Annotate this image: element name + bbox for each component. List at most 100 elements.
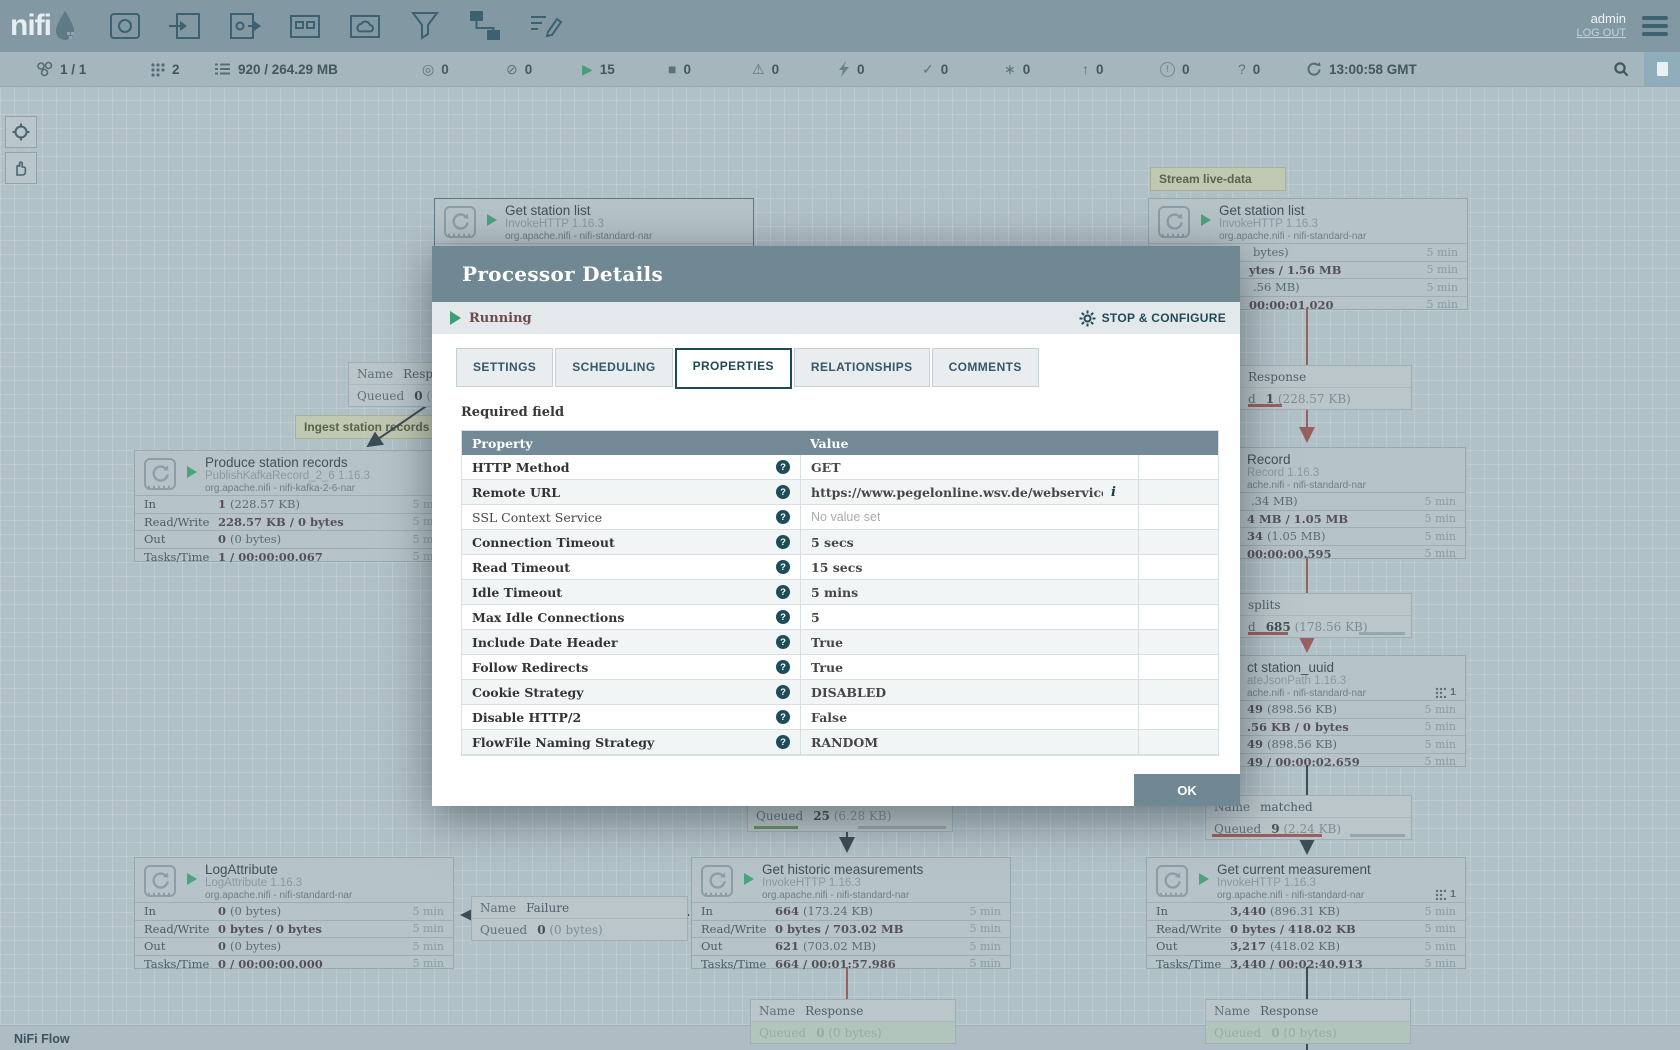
queue-progress-bar [1359, 632, 1405, 635]
processor-bundle: org.apache.nifi - nifi-standard-nar [762, 890, 909, 901]
help-icon[interactable]: ? [776, 685, 790, 699]
tab-scheduling[interactable]: SCHEDULING [555, 348, 672, 387]
current-user: admin [1591, 11, 1626, 26]
running-triangle-icon [450, 311, 461, 325]
running-triangle-icon [487, 214, 497, 226]
property-row[interactable]: Read Timeout? 15 secs [462, 554, 1218, 579]
help-icon[interactable]: ? [776, 635, 790, 649]
gear-icon [1079, 310, 1096, 327]
stop-and-configure-button[interactable]: STOP & CONFIGURE [1079, 310, 1226, 327]
processor-type: InvokeHTTP 1.16.3 [1217, 877, 1316, 889]
stopped-status: ■ 0 [668, 52, 691, 86]
navigate-palette-button[interactable] [5, 116, 37, 148]
property-row[interactable]: Max Idle Connections? 5 [462, 604, 1218, 629]
breadcrumb[interactable]: NiFi Flow [14, 1032, 70, 1046]
property-row[interactable]: Disable HTTP/2? False [462, 704, 1218, 729]
processor-type: PublishKafkaRecord_2_6 1.16.3 [205, 470, 370, 482]
queued-status: 920 / 264.29 MB [214, 52, 338, 86]
logout-link[interactable]: LOG OUT [1576, 26, 1626, 41]
app-header: nifi [0, 0, 1680, 52]
processor-get-historic-measurements[interactable]: Get historic measurements InvokeHTTP 1.1… [691, 857, 1011, 969]
search-button[interactable] [1613, 52, 1630, 86]
processor-stamp-icon [1157, 205, 1191, 239]
label-icon[interactable] [527, 9, 563, 43]
processor-get-current-measurement[interactable]: Get current measurement InvokeHTTP 1.16.… [1146, 857, 1466, 969]
info-icon[interactable]: i [1111, 485, 1116, 500]
processor-title: Get station list [1219, 203, 1305, 218]
operate-palette-button[interactable] [5, 152, 37, 184]
process-group-icon[interactable] [287, 9, 323, 43]
help-icon[interactable]: ? [776, 535, 790, 549]
birdseye-toggle-button[interactable] [1644, 52, 1680, 86]
help-icon[interactable]: ? [776, 660, 790, 674]
up-to-date-status: ✓ 0 [922, 52, 948, 86]
property-row[interactable]: Idle Timeout? 5 mins [462, 579, 1218, 604]
last-refresh[interactable]: 13:00:58 GMT [1306, 52, 1417, 86]
tab-relationships[interactable]: RELATIONSHIPS [794, 348, 930, 387]
processor-stamp-icon [1155, 864, 1189, 898]
invalid-status: ⚠ 0 [752, 52, 779, 86]
connection-response-bottom-right[interactable]: NameResponse Queued0 (0 bytes) [1205, 999, 1411, 1044]
running-triangle-icon [187, 466, 197, 478]
property-row[interactable]: SSL Context Service? No value set [462, 504, 1218, 529]
tab-comments[interactable]: COMMENTS [932, 348, 1039, 387]
queue-progress-bar [1350, 834, 1405, 837]
help-icon[interactable]: ? [776, 710, 790, 724]
help-icon[interactable]: ? [776, 485, 790, 499]
processor-title: Get station list [505, 203, 591, 218]
property-row[interactable]: Attributes to Send? No value set [462, 754, 1218, 756]
running-icon: ▶ [582, 61, 593, 78]
tab-settings[interactable]: SETTINGS [456, 348, 553, 387]
input-port-icon[interactable] [167, 9, 203, 43]
processor-type: InvokeHTTP 1.16.3 [762, 877, 861, 889]
run-status-text: Running [469, 311, 532, 326]
remote-process-group-icon[interactable] [347, 9, 383, 43]
property-row[interactable]: Connection Timeout? 5 secs [462, 529, 1218, 554]
processor-bundle: org.apache.nifi - nifi-standard-nar [505, 231, 652, 242]
output-port-icon[interactable] [227, 9, 263, 43]
dialog-status-bar: Running STOP & CONFIGURE [432, 302, 1240, 334]
processor-produce-station-records[interactable]: Produce station records PublishKafkaReco… [134, 450, 454, 562]
connection-failure[interactable]: NameFailure Queued0 (0 bytes) [471, 896, 688, 941]
template-icon[interactable] [467, 9, 503, 43]
processor-type: Record 1.16.3 [1247, 467, 1319, 479]
funnel-icon[interactable] [407, 9, 443, 43]
property-row[interactable]: Cookie Strategy? DISABLED [462, 679, 1218, 704]
threads-icon [150, 62, 165, 77]
property-row[interactable]: FlowFile Naming Strategy? RANDOM [462, 729, 1218, 754]
property-row[interactable]: Follow Redirects? True [462, 654, 1218, 679]
property-row[interactable]: HTTP Method? GET [462, 455, 1218, 479]
disabled-status: 0 [838, 52, 865, 86]
processor-icon[interactable] [107, 9, 143, 43]
transmitting-icon: ◎ [422, 61, 434, 78]
not-transmitting-status: ⊘ 0 [506, 52, 532, 86]
stopped-icon: ■ [668, 61, 676, 77]
cluster-icon [36, 61, 53, 77]
help-icon[interactable]: ? [776, 510, 790, 524]
processor-title: Record [1247, 452, 1291, 467]
help-icon[interactable]: ? [776, 610, 790, 624]
help-icon[interactable]: ? [776, 560, 790, 574]
help-icon[interactable]: ? [776, 735, 790, 749]
global-menu-icon[interactable] [1642, 16, 1668, 36]
running-triangle-icon [1199, 873, 1209, 885]
connection-queued-25[interactable]: Queued25 (6.28 KB) [747, 804, 953, 832]
help-icon[interactable]: ? [776, 460, 790, 474]
asterisk-icon: ∗ [1004, 61, 1016, 78]
locally-modified-stale-status: ! 0 [1160, 52, 1190, 86]
processor-logattribute[interactable]: LogAttribute LogAttribute 1.16.3 org.apa… [134, 857, 454, 969]
canvas-label-stream-live-data[interactable]: Stream live-data [1150, 167, 1286, 191]
help-icon[interactable]: ? [776, 585, 790, 599]
compass-icon [12, 123, 30, 141]
dialog-tabs: SETTINGS SCHEDULING PROPERTIES RELATIONS… [432, 334, 1240, 389]
processor-stamp-icon [443, 205, 477, 239]
nifi-logo-text: nifi [10, 4, 51, 48]
up-arrow-icon: ↑ [1082, 61, 1089, 77]
processor-bundle: org.apache.nifi - nifi-standard-nar [1217, 890, 1364, 901]
property-row[interactable]: Remote URL? https://www.pegelonline.wsv.… [462, 479, 1218, 504]
connection-response-bottom-middle[interactable]: NameResponse Queued0 (0 bytes) [750, 999, 956, 1044]
tab-properties[interactable]: PROPERTIES [675, 348, 792, 389]
droplet-icon [53, 10, 77, 44]
ok-button[interactable]: OK [1134, 774, 1240, 806]
property-row[interactable]: Include Date Header? True [462, 629, 1218, 654]
